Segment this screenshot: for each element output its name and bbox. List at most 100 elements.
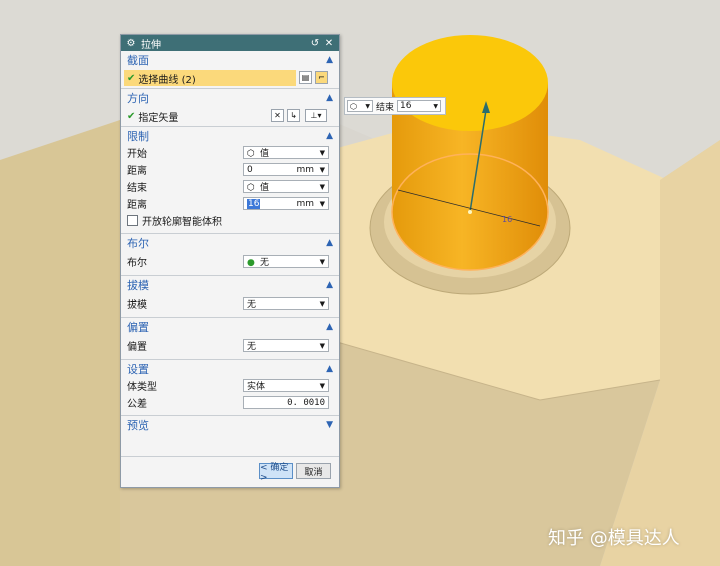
cube-icon: ⬡ — [247, 182, 255, 193]
dialog-footer: < 确定 > 取消 — [121, 456, 339, 487]
chevron-up-icon[interactable]: ▲ — [326, 238, 333, 248]
draft-row: 拔模 无 ▼ — [121, 293, 339, 313]
vector-type-dropdown[interactable]: ⊥▾ — [305, 109, 327, 122]
extrude-dialog: ⚙ 拉伸 ↺ ✕ 截面 ▲ ✔ 选择曲线 (2) ▤ ⌐ 方向 ▲ ✔ 指定矢量… — [120, 34, 340, 488]
end-type-value: 值 — [260, 183, 270, 193]
limits-title: 限制 — [127, 129, 149, 143]
section-header-limits[interactable]: 限制 ▲ — [121, 126, 339, 144]
section-header-preview[interactable]: 预览 ▼ — [121, 415, 339, 433]
dialog-titlebar[interactable]: ⚙ 拉伸 ↺ ✕ — [121, 35, 339, 51]
cube-icon: ⬡ — [350, 101, 357, 111]
sketch-section-icon[interactable]: ▤ — [299, 71, 312, 84]
draft-title: 拔模 — [127, 278, 149, 292]
cancel-button[interactable]: 取消 — [296, 463, 331, 479]
draft-dropdown[interactable]: 无 ▼ — [243, 297, 329, 310]
chevron-up-icon[interactable]: ▲ — [326, 93, 333, 103]
open-profile-row[interactable]: 开放轮廓智能体积 — [121, 212, 339, 229]
chevron-up-icon[interactable]: ▲ — [326, 280, 333, 290]
chevron-down-icon: ▼ — [319, 342, 325, 350]
chevron-down-icon[interactable]: ▼ — [326, 420, 333, 430]
start-type-value: 值 — [260, 149, 270, 159]
settings-title: 设置 — [127, 362, 149, 376]
chevron-down-icon: ▼ — [365, 102, 370, 110]
start-distance-row: 距离 0 mm ▼ — [121, 161, 339, 178]
check-icon: ✔ — [127, 72, 136, 84]
cube-icon: ⬡ — [247, 148, 255, 159]
chevron-up-icon[interactable]: ▲ — [326, 55, 333, 65]
dialog-title: 拉伸 — [141, 39, 161, 51]
section-header-direction[interactable]: 方向 ▲ — [121, 88, 339, 106]
ok-button[interactable]: < 确定 > — [259, 463, 293, 483]
tolerance-row: 公差 0. 0010 — [121, 394, 339, 411]
end-row: 结束 ⬡ 值 ▼ — [121, 178, 339, 195]
section-header-draft[interactable]: 拔模 ▲ — [121, 275, 339, 293]
chevron-up-icon[interactable]: ▲ — [326, 131, 333, 141]
curve-icon[interactable]: ⌐ — [315, 71, 328, 84]
chevron-down-icon: ▼ — [319, 149, 325, 157]
reverse-direction-icon[interactable]: ✕ — [271, 109, 284, 122]
graphics-viewport[interactable]: 16 — [0, 0, 720, 566]
specify-vector-row[interactable]: ✔ 指定矢量 ✕ ↳ ⊥▾ — [121, 106, 339, 126]
boolean-value: 无 — [260, 258, 270, 268]
body-type-dropdown[interactable]: 实体 ▼ — [243, 379, 329, 392]
end-distance-row: 距离 16 mm ▼ — [121, 195, 339, 212]
section-header-section[interactable]: 截面 ▲ — [121, 51, 339, 68]
open-profile-label: 开放轮廓智能体积 — [142, 217, 222, 228]
section-header-boolean[interactable]: 布尔 ▲ — [121, 233, 339, 251]
tolerance-label: 公差 — [127, 399, 147, 410]
vector-dialog-icon[interactable]: ↳ — [287, 109, 300, 122]
chevron-down-icon: ▼ — [319, 166, 325, 174]
section-title: 截面 — [127, 53, 149, 67]
offset-title: 偏置 — [127, 320, 149, 334]
start-distance-input[interactable]: 0 mm ▼ — [243, 163, 329, 176]
start-distance-label: 距离 — [127, 166, 147, 177]
section-header-offset[interactable]: 偏置 ▲ — [121, 317, 339, 335]
body-type-value: 实体 — [247, 382, 266, 392]
end-type-dropdown[interactable]: ⬡ 值 ▼ — [243, 180, 329, 193]
check-icon: ✔ — [127, 110, 136, 122]
end-distance-label: 距离 — [127, 200, 147, 211]
chevron-down-icon: ▼ — [319, 183, 325, 191]
reset-icon[interactable]: ↺ — [309, 38, 321, 49]
tolerance-input[interactable]: 0. 0010 — [243, 396, 329, 409]
boolean-none-icon: ● — [247, 257, 255, 268]
chevron-up-icon[interactable]: ▲ — [326, 322, 333, 332]
select-curve-row[interactable]: ✔ 选择曲线 (2) ▤ ⌐ — [121, 68, 339, 88]
part-left-face — [0, 120, 120, 566]
chevron-down-icon: ▼ — [433, 102, 439, 110]
tolerance-value: 0. 0010 — [287, 397, 325, 408]
draft-label: 拔模 — [127, 299, 147, 311]
cylinder-top-face — [392, 35, 548, 131]
offset-row: 偏置 无 ▼ — [121, 335, 339, 355]
section-header-settings[interactable]: 设置 ▲ — [121, 359, 339, 377]
boolean-dropdown[interactable]: ● 无 ▼ — [243, 255, 329, 268]
dimension-label[interactable]: 16 — [502, 215, 512, 224]
close-icon[interactable]: ✕ — [323, 38, 335, 49]
chevron-down-icon: ▼ — [319, 258, 325, 266]
limit-type-dropdown[interactable]: ⬡ ▼ — [347, 100, 373, 112]
start-label: 开始 — [127, 149, 147, 160]
onscreen-end-label: 结束 — [376, 102, 395, 113]
chevron-down-icon: ▼ — [319, 200, 325, 208]
chevron-up-icon[interactable]: ▲ — [326, 364, 333, 374]
start-distance-value: 0 — [247, 164, 253, 175]
boolean-title: 布尔 — [127, 236, 149, 250]
direction-title: 方向 — [127, 91, 149, 105]
unit-label: mm — [296, 165, 314, 175]
open-profile-checkbox[interactable] — [127, 215, 138, 226]
unit-label: mm — [296, 199, 314, 209]
end-distance-onscreen-input[interactable]: ⬡ ▼ 结束 16 ▼ — [344, 97, 446, 115]
chevron-down-icon: ▼ — [319, 300, 325, 308]
end-distance-input[interactable]: 16 mm ▼ — [243, 197, 329, 210]
boolean-label: 布尔 — [127, 257, 147, 269]
start-row: 开始 ⬡ 值 ▼ — [121, 144, 339, 161]
gear-icon[interactable]: ⚙ — [125, 38, 137, 49]
preview-title: 预览 — [127, 418, 149, 432]
offset-value: 无 — [247, 342, 257, 352]
onscreen-end-value-text: 16 — [400, 101, 412, 111]
body-type-row: 体类型 实体 ▼ — [121, 377, 339, 394]
offset-dropdown[interactable]: 无 ▼ — [243, 339, 329, 352]
offset-label: 偏置 — [127, 341, 147, 353]
start-type-dropdown[interactable]: ⬡ 值 ▼ — [243, 146, 329, 159]
onscreen-end-value[interactable]: 16 ▼ — [397, 100, 442, 112]
